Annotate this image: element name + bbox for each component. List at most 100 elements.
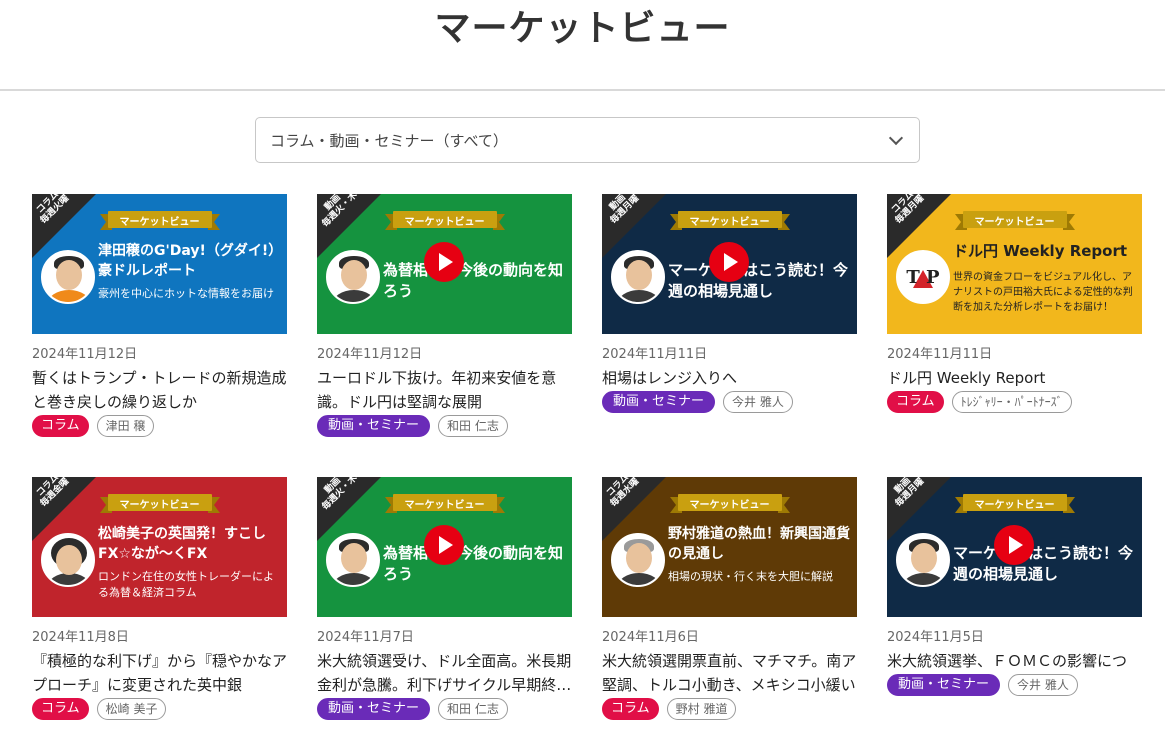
article-tags: 動画・セミナー 今井 雅人: [602, 391, 857, 413]
category-tag[interactable]: コラム: [32, 698, 89, 720]
article-thumbnail[interactable]: コラム 毎週月曜 マーケットビュー T P ドル円 Weekly Report …: [887, 194, 1142, 334]
market-view-banner: マーケットビュー: [99, 209, 220, 231]
article-date: 2024年11月7日: [317, 630, 414, 645]
article-card[interactable]: コラム 毎週水曜 マーケットビュー 野村雅道の熱血！新興国通貨の見通し 相場の現…: [602, 477, 857, 737]
banner-label: マーケットビュー: [974, 500, 1055, 511]
article-date: 2024年11月11日: [887, 347, 993, 362]
banner-label: マーケットビュー: [404, 217, 485, 228]
page-header: マーケットビュー: [0, 0, 1165, 91]
author-avatar: [41, 533, 95, 587]
market-view-banner: マーケットビュー: [99, 492, 220, 514]
chevron-down-icon: [888, 130, 904, 145]
market-view-banner: マーケットビュー: [954, 209, 1075, 231]
article-date: 2024年11月12日: [317, 347, 423, 362]
play-icon[interactable]: [709, 242, 749, 282]
banner-label: マーケットビュー: [689, 500, 770, 511]
author-tag[interactable]: 和田 仁志: [438, 415, 508, 437]
author-avatar: T P: [896, 250, 950, 304]
banner-label: マーケットビュー: [689, 217, 770, 228]
author-tag[interactable]: 野村 雅道: [666, 698, 737, 720]
banner-label: マーケットビュー: [119, 217, 200, 228]
tp-logo-icon: T P: [906, 266, 940, 288]
author-tag[interactable]: 津田 穣: [96, 415, 155, 437]
article-tags: コラム 野村 雅道: [602, 698, 857, 720]
article-card[interactable]: 動画 毎週火・木 マーケットビュー 為替相場の今後の動向を知ろう 2024年11…: [317, 194, 572, 477]
article-title[interactable]: 米大統領選挙、ＦＯＭＣの影響について: [887, 649, 1142, 673]
article-card[interactable]: 動画 毎週火・木 マーケットビュー 為替相場の今後の動向を知ろう 2024年11…: [317, 477, 572, 737]
article-thumbnail[interactable]: コラム 毎週水曜 マーケットビュー 野村雅道の熱血！新興国通貨の見通し 相場の現…: [602, 477, 857, 617]
article-tags: コラム 津田 穣: [32, 415, 287, 437]
category-tag[interactable]: 動画・セミナー: [887, 674, 1001, 696]
thumbnail-subtitle: 世界の資金フローをビジュアル化し、アナリストの戸田裕大氏による定性的な判断を加え…: [953, 272, 1133, 313]
thumbnail-title: マーケットはこう読む！今週の相場見通し: [953, 544, 1134, 583]
thumbnail-title: 為替相場の今後の動向を知ろう: [383, 261, 564, 300]
market-view-banner: マーケットビュー: [384, 492, 505, 514]
article-title[interactable]: 米大統領選開票直前、マチマチ。南ア堅調、トルコ小動き、メキシコ小緩い: [602, 649, 857, 697]
article-tags: 動画・セミナー 今井 雅人: [887, 674, 1142, 696]
article-date: 2024年11月6日: [602, 630, 699, 645]
banner-label: マーケットビュー: [404, 500, 485, 511]
category-tag[interactable]: 動画・セミナー: [317, 698, 431, 720]
category-tag[interactable]: 動画・セミナー: [602, 391, 716, 413]
thumbnail-subtitle: 相場の現状・行く末を大胆に解説: [668, 570, 833, 583]
author-tag[interactable]: 今井 雅人: [1008, 674, 1078, 696]
thumbnail-title: 野村雅道の熱血！新興国通貨の見通し: [668, 526, 850, 562]
article-thumbnail[interactable]: コラム 毎週金曜 マーケットビュー 松崎美子の英国発！すこしFX☆なが〜くFX …: [32, 477, 287, 617]
thumbnail-title: 津田穣のG'Day!（グダイ!）豪ドルレポート: [98, 243, 283, 279]
article-card[interactable]: コラム 毎週金曜 マーケットビュー 松崎美子の英国発！すこしFX☆なが〜くFX …: [32, 477, 287, 737]
page-title: マーケットビュー: [434, 8, 731, 49]
article-card[interactable]: コラム 毎週火曜 マーケットビュー 津田穣のG'Day!（グダイ!）豪ドルレポー…: [32, 194, 287, 477]
article-title[interactable]: ドル円 Weekly Report: [887, 366, 1142, 390]
thumbnail-title: 為替相場の今後の動向を知ろう: [383, 544, 564, 583]
article-card[interactable]: 動画 毎週月曜 マーケットビュー マーケットはこう読む！今週の相場見通し 202…: [887, 477, 1142, 737]
author-tag[interactable]: 今井 雅人: [723, 391, 793, 413]
category-filter-value: コラム・動画・セミナー（すべて）: [270, 131, 508, 150]
thumbnail-title: ドル円 Weekly Report: [953, 242, 1128, 260]
author-avatar: [41, 250, 95, 304]
market-view-banner: マーケットビュー: [669, 209, 790, 231]
article-date: 2024年11月11日: [602, 347, 708, 362]
article-thumbnail[interactable]: 動画 毎週月曜 マーケットビュー マーケットはこう読む！今週の相場見通し: [887, 477, 1142, 617]
thumbnail-title: 松崎美子の英国発！すこしFX☆なが〜くFX: [98, 526, 266, 562]
article-thumbnail[interactable]: 動画 毎週月曜 マーケットビュー マーケットはこう読む！今週の相場見通し: [602, 194, 857, 334]
category-filter-select[interactable]: コラム・動画・セミナー（すべて）: [255, 117, 920, 163]
banner-label: マーケットビュー: [974, 217, 1055, 228]
author-tag[interactable]: ﾄﾚｼﾞｬﾘｰ・ﾊﾟｰﾄﾅｰｽﾞ: [951, 391, 1072, 413]
banner-label: マーケットビュー: [119, 500, 200, 511]
article-tags: 動画・セミナー 和田 仁志: [317, 698, 572, 720]
author-tag[interactable]: 松崎 美子: [96, 698, 167, 720]
article-title[interactable]: 『積極的な利下げ』から『穏やかなアプローチ』に変更された英中銀: [32, 649, 287, 697]
article-card[interactable]: コラム 毎週月曜 マーケットビュー T P ドル円 Weekly Report …: [887, 194, 1142, 477]
article-tags: コラム ﾄﾚｼﾞｬﾘｰ・ﾊﾟｰﾄﾅｰｽﾞ: [887, 391, 1142, 413]
article-title[interactable]: ユーロドル下抜け。年初来安値を意識。ドル円は堅調な展開: [317, 366, 572, 414]
thumbnail-subtitle: ロンドン在住の女性トレーダーによる為替＆経済コラム: [98, 570, 274, 599]
article-tags: コラム 松崎 美子: [32, 698, 287, 720]
play-icon[interactable]: [424, 525, 464, 565]
category-tag[interactable]: 動画・セミナー: [317, 415, 431, 437]
author-avatar: [611, 533, 665, 587]
article-tags: 動画・セミナー 和田 仁志: [317, 415, 572, 437]
category-tag[interactable]: コラム: [887, 391, 944, 413]
author-avatar: [896, 533, 950, 587]
category-tag[interactable]: コラム: [602, 698, 659, 720]
article-thumbnail[interactable]: コラム 毎週火曜 マーケットビュー 津田穣のG'Day!（グダイ!）豪ドルレポー…: [32, 194, 287, 334]
article-thumbnail[interactable]: 動画 毎週火・木 マーケットビュー 為替相場の今後の動向を知ろう: [317, 477, 572, 617]
play-icon[interactable]: [994, 525, 1034, 565]
article-title[interactable]: 相場はレンジ入りへ: [602, 366, 857, 390]
article-title[interactable]: 米大統領選受け、ドル全面高。米長期金利が急騰。利下げサイクル早期終…: [317, 649, 572, 697]
author-avatar: [611, 250, 665, 304]
market-view-banner: マーケットビュー: [669, 492, 790, 514]
thumbnail-subtitle: 豪州を中心にホットな情報をお届け: [98, 287, 274, 300]
article-title[interactable]: 暫くはトランプ・トレードの新規造成と巻き戻しの繰り返しか: [32, 366, 287, 414]
author-tag[interactable]: 和田 仁志: [438, 698, 508, 720]
article-date: 2024年11月12日: [32, 347, 138, 362]
article-card[interactable]: 動画 毎週月曜 マーケットビュー マーケットはこう読む！今週の相場見通し 202…: [602, 194, 857, 477]
author-avatar: [326, 250, 380, 304]
category-tag[interactable]: コラム: [32, 415, 89, 437]
thumbnail-title: マーケットはこう読む！今週の相場見通し: [668, 261, 849, 300]
article-date: 2024年11月5日: [887, 630, 984, 645]
market-view-banner: マーケットビュー: [384, 209, 505, 231]
author-avatar: [326, 533, 380, 587]
article-thumbnail[interactable]: 動画 毎週火・木 マーケットビュー 為替相場の今後の動向を知ろう: [317, 194, 572, 334]
play-icon[interactable]: [424, 242, 464, 282]
